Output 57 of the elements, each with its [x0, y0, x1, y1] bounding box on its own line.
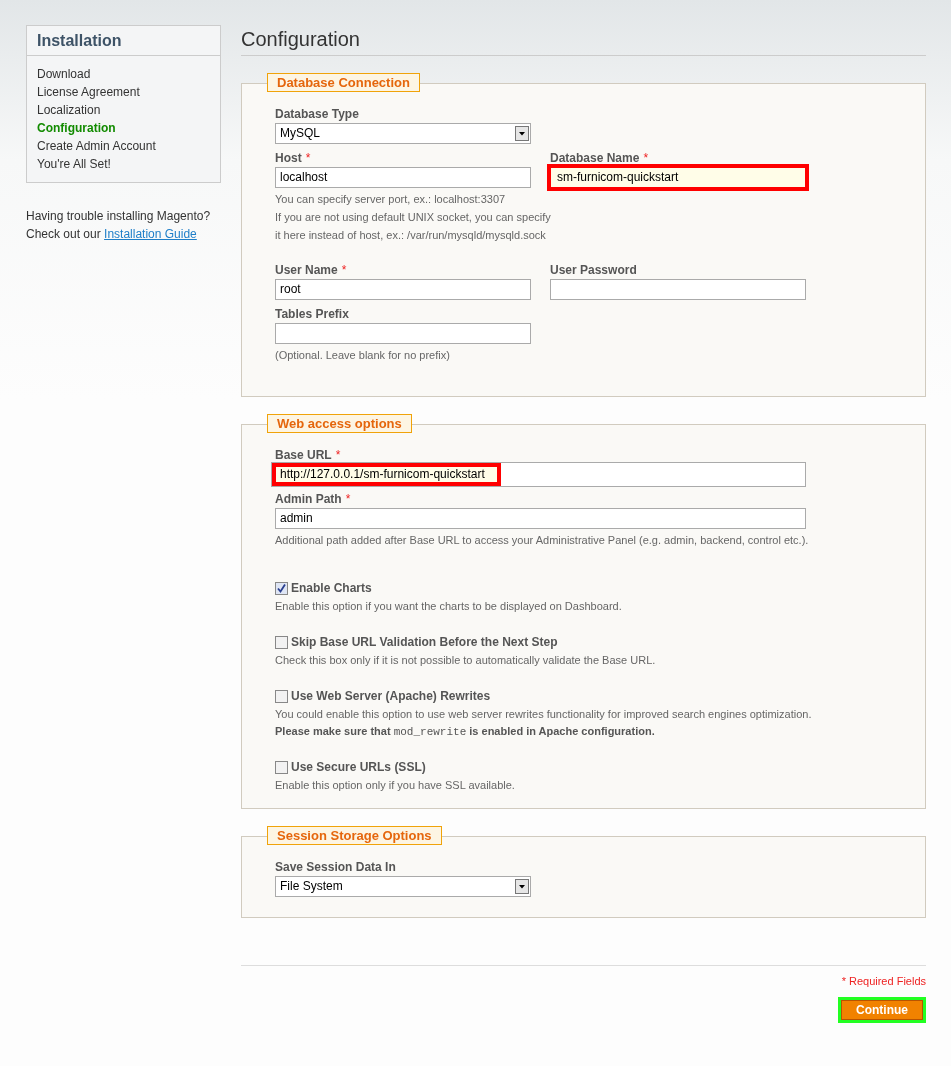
caret-icon — [515, 126, 529, 141]
panel-title: Installation — [27, 26, 220, 56]
hint-text: it here instead of host, ex.: /var/run/mysqld/mysqld.sock — [275, 228, 546, 243]
step-item: Download — [37, 66, 92, 82]
help-text: Having trouble installing Magento? Check out our Installation Guide — [26, 208, 212, 243]
step-item: Configuration — [37, 120, 117, 136]
field-label: Database Type — [275, 106, 359, 122]
field-label: Base URL — [275, 447, 332, 463]
hint-text: (Optional. Leave blank for no prefix) — [275, 348, 450, 363]
hint-text: Enable this option if you want the charts to be displayed on Dashboard. — [275, 599, 622, 614]
hint-text: Enable this option only if you have SSL available. — [275, 778, 515, 793]
hint-text: If you are not using default UNIX socket, you can specify — [275, 210, 551, 225]
field-label: User Password — [550, 262, 637, 278]
required-mark: * — [335, 447, 341, 463]
input-field[interactable]: admin — [275, 508, 806, 529]
required-mark: * — [643, 150, 649, 166]
step-item: Localization — [37, 102, 102, 118]
field-label: User Name — [275, 262, 338, 278]
field-label: Tables Prefix — [275, 306, 349, 322]
input-field[interactable] — [275, 323, 531, 344]
required-mark: * — [341, 262, 347, 278]
caret-icon — [515, 879, 529, 894]
hint-text: Check this box only if it is not possible to automatically validate the Base URL. — [275, 653, 656, 668]
checkbox-label: Enable Charts — [291, 581, 372, 595]
step-item: You're All Set! — [37, 156, 112, 172]
step-item: Create Admin Account — [37, 138, 157, 154]
dropdown[interactable]: MySQL — [275, 123, 531, 144]
input-field[interactable]: sm-furnicom-quickstart — [547, 164, 809, 191]
checkbox[interactable] — [275, 635, 288, 649]
step-item: License Agreement — [37, 84, 141, 100]
input-field[interactable]: localhost — [275, 167, 531, 188]
checkbox-label: Use Web Server (Apache) Rewrites — [291, 689, 491, 703]
field-label: Save Session Data In — [275, 859, 396, 875]
required-mark: * — [345, 491, 351, 507]
guide-link[interactable]: Installation Guide — [104, 227, 197, 241]
required-note: * Required Fields — [841, 975, 926, 987]
page-title: Configuration — [241, 25, 926, 56]
section-title: Session Storage Options — [267, 826, 442, 845]
checkbox-label: Skip Base URL Validation Before the Next Step — [291, 635, 558, 649]
field-label: Host — [275, 150, 302, 166]
hint-text: You could enable this option to use web server rewrites functionality for improved search engines optimization. — [275, 707, 812, 722]
checkbox[interactable] — [275, 689, 288, 703]
field-label: Database Name — [550, 150, 640, 166]
input-field[interactable]: http://127.0.0.1/sm-furnicom-quickstart — [271, 462, 806, 487]
input-field[interactable] — [550, 279, 806, 300]
checkbox[interactable] — [275, 760, 288, 774]
hint-text: Additional path added after Base URL to access your Administrative Panel (e.g. admin, backend, control etc.). — [275, 533, 809, 548]
checkbox-label: Use Secure URLs (SSL) — [291, 760, 426, 774]
hint-text: You can specify server port, ex.: localhost:3307 — [275, 192, 506, 207]
dropdown[interactable]: File System — [275, 876, 531, 897]
field-label: Admin Path — [275, 491, 342, 507]
section-title: Database Connection — [267, 73, 420, 92]
required-mark: * — [305, 150, 311, 166]
warning-text: Please make sure that mod_rewrite is enabled in Apache configuration. — [275, 724, 656, 740]
section-title: Web access options — [267, 414, 412, 433]
input-field[interactable]: root — [275, 279, 531, 300]
checkbox[interactable] — [275, 581, 288, 595]
